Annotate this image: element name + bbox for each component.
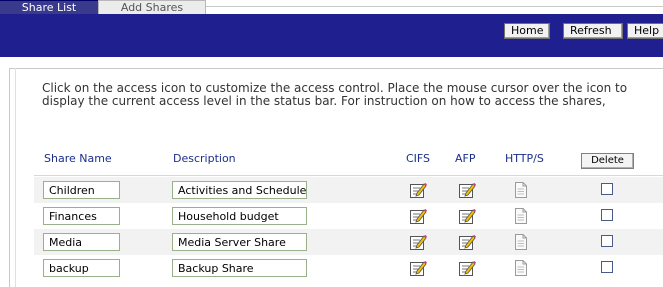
table-row: [34, 229, 663, 255]
column-header-share-name: Share Name: [44, 152, 112, 165]
delete-button[interactable]: Delete: [581, 153, 634, 169]
delete-checkbox[interactable]: [601, 235, 613, 247]
instructions-text: Click on the access icon to customize th…: [42, 81, 628, 108]
edit-access-icon[interactable]: [409, 233, 427, 251]
delete-checkbox[interactable]: [601, 209, 613, 221]
delete-checkbox[interactable]: [601, 183, 613, 195]
edit-access-icon[interactable]: [458, 207, 476, 225]
edit-access-icon[interactable]: [409, 207, 427, 225]
table-row: [34, 203, 663, 229]
share-description-field[interactable]: [172, 207, 307, 225]
table-row: [34, 177, 663, 203]
share-description-field[interactable]: [172, 233, 307, 251]
document-icon[interactable]: [512, 181, 530, 199]
edit-access-icon[interactable]: [409, 259, 427, 277]
tab-add-shares[interactable]: Add Shares: [98, 0, 206, 14]
help-button[interactable]: Help: [627, 23, 663, 39]
column-header-afp: AFP: [455, 152, 476, 165]
document-icon[interactable]: [512, 207, 530, 225]
delete-checkbox[interactable]: [601, 261, 613, 273]
home-button[interactable]: Home: [504, 23, 550, 39]
share-description-field[interactable]: [172, 181, 307, 199]
column-header-cifs: CIFS: [406, 152, 431, 165]
share-name-field[interactable]: [43, 207, 120, 225]
edit-access-icon[interactable]: [409, 181, 427, 199]
share-name-field[interactable]: [43, 259, 120, 277]
edit-access-icon[interactable]: [458, 233, 476, 251]
refresh-button[interactable]: Refresh: [563, 23, 623, 39]
share-name-field[interactable]: [43, 181, 120, 199]
document-icon[interactable]: [512, 259, 530, 277]
panel-border: [9, 68, 10, 287]
edit-access-icon[interactable]: [458, 181, 476, 199]
share-name-field[interactable]: [43, 233, 120, 251]
edit-access-icon[interactable]: [458, 259, 476, 277]
tab-bar: Share List Add Shares: [0, 0, 663, 14]
tab-share-list[interactable]: Share List: [0, 0, 98, 14]
header-divider: [34, 175, 663, 176]
share-description-field[interactable]: [172, 259, 307, 277]
column-header-description: Description: [173, 152, 236, 165]
document-icon[interactable]: [512, 233, 530, 251]
column-header-http: HTTP/S: [505, 152, 544, 165]
table-row: [34, 255, 663, 281]
